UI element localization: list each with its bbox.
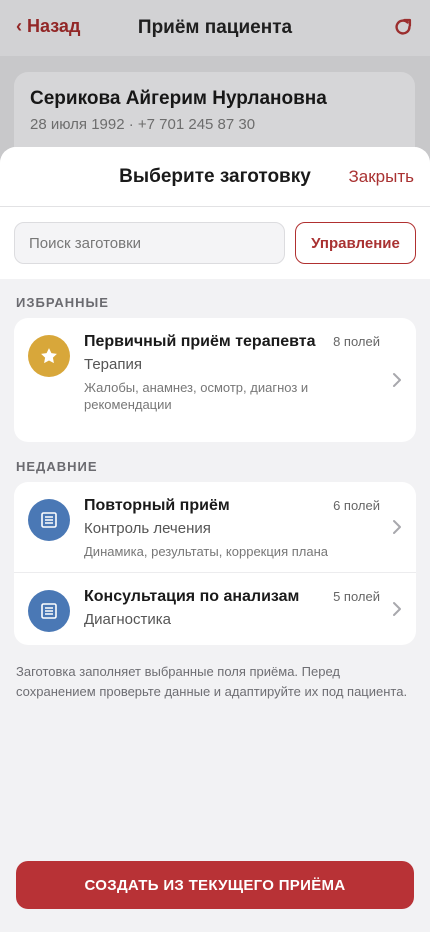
close-button[interactable]: Закрыть — [349, 167, 414, 187]
star-badge — [28, 335, 70, 377]
template-sheet: Выберите заготовку Закрыть Управление ИЗ… — [0, 147, 430, 932]
create-from-current-button[interactable]: СОЗДАТЬ ИЗ ТЕКУЩЕГО ПРИЁМА — [16, 861, 414, 909]
template-item-primary-therapist[interactable]: Первичный приём терапевта Терапия Жалобы… — [14, 318, 416, 442]
template-title: Первичный приём терапевта — [84, 333, 316, 350]
manage-button[interactable]: Управление — [295, 222, 416, 264]
search-row: Управление — [0, 207, 430, 279]
chevron-right-icon — [393, 373, 401, 387]
recent-list: Повторный приём Контроль лечения Динамик… — [14, 482, 416, 645]
document-badge — [28, 590, 70, 632]
field-count: 6 полей — [333, 498, 380, 513]
template-title: Повторный приём — [84, 497, 230, 514]
template-category: Контроль лечения — [84, 520, 211, 537]
field-count: 8 полей — [333, 334, 380, 349]
info-note: Заготовка заполняет выбранные поля приём… — [16, 664, 408, 699]
document-badge — [28, 499, 70, 541]
template-category: Диагностика — [84, 611, 171, 628]
template-title: Консультация по анализам — [84, 588, 300, 605]
favorites-section-label: ИЗБРАННЫЕ — [16, 295, 109, 310]
chevron-right-icon — [393, 520, 401, 534]
template-item-lab-consultation[interactable]: Консультация по анализам Диагностика 5 п… — [14, 572, 416, 645]
document-icon — [41, 603, 57, 619]
field-count: 5 полей — [333, 589, 380, 604]
chevron-right-icon — [393, 602, 401, 616]
document-icon — [41, 512, 57, 528]
template-description: Жалобы, анамнез, осмотр, диагноз и реком… — [84, 380, 309, 412]
sheet-header: Выберите заготовку Закрыть — [0, 147, 430, 207]
template-category: Терапия — [84, 356, 142, 373]
template-item-follow-up[interactable]: Повторный приём Контроль лечения Динамик… — [14, 482, 416, 572]
screen: ‹ Назад Приём пациента Серикова Айгерим … — [0, 0, 430, 932]
recent-section-label: НЕДАВНИЕ — [16, 459, 98, 474]
template-description: Динамика, результаты, коррекция плана — [84, 544, 328, 559]
sheet-title: Выберите заготовку — [119, 165, 311, 187]
favorites-list: Первичный приём терапевта Терапия Жалобы… — [14, 318, 416, 442]
star-icon — [41, 348, 57, 364]
search-input[interactable] — [14, 222, 285, 264]
